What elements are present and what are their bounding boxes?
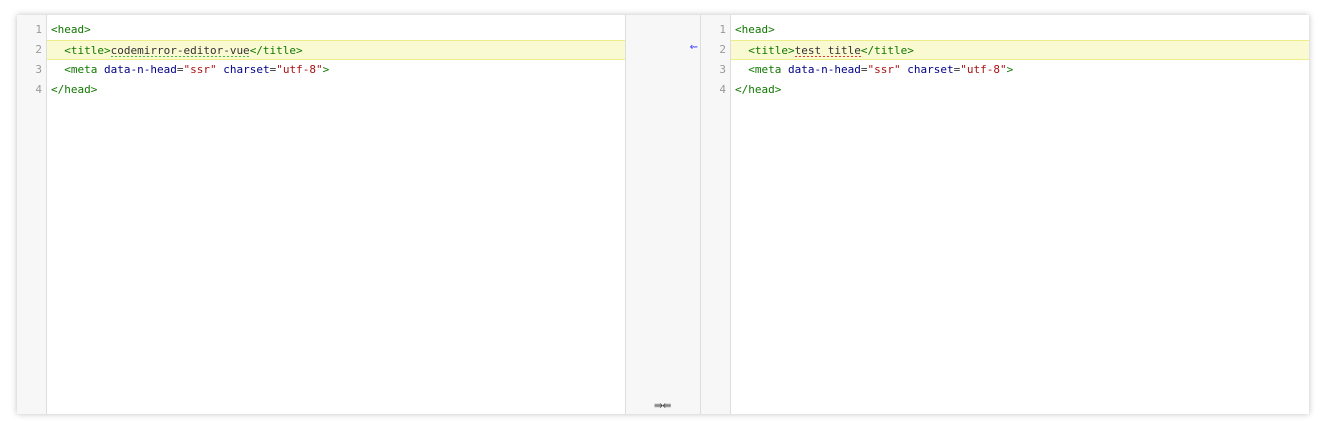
- left-line-number-gutter: 1 2 3 4: [17, 15, 47, 414]
- tag-token: <meta: [748, 63, 782, 76]
- tag-token: <title>: [748, 44, 795, 57]
- revert-chunk-arrow-icon[interactable]: ⇜: [690, 42, 698, 53]
- string-token: "ssr": [867, 63, 901, 76]
- tag-token: <title>: [64, 44, 111, 57]
- line-number: 3: [719, 63, 726, 76]
- line-number: 4: [35, 83, 42, 96]
- line-number: 1: [35, 23, 42, 36]
- tag-token: </head>: [735, 83, 782, 96]
- code-line-changed[interactable]: <title>codemirror-editor-vue</title>: [47, 40, 625, 60]
- line-number: 3: [35, 63, 42, 76]
- code-line[interactable]: </head>: [47, 80, 625, 100]
- tag-token: >: [322, 63, 330, 76]
- attribute-token: charset: [216, 63, 270, 76]
- line-number: 2: [719, 43, 726, 56]
- left-editor[interactable]: 1 2 3 4 <head> <title>codemirror-editor-…: [17, 15, 625, 414]
- attribute-token: charset: [900, 63, 954, 76]
- right-editor[interactable]: 1 2 3 4 <head> <title>test title</title>…: [701, 15, 1309, 414]
- right-line-number-gutter: 1 2 3 4: [701, 15, 731, 414]
- tag-token: </title>: [860, 44, 914, 57]
- attribute-token: data-n-head: [97, 63, 177, 76]
- tag-token: >: [1006, 63, 1014, 76]
- right-code-area[interactable]: <head> <title>test title</title> <meta d…: [731, 15, 1309, 414]
- tag-token: </head>: [51, 83, 98, 96]
- code-line[interactable]: <head>: [47, 20, 625, 40]
- line-number: 1: [719, 23, 726, 36]
- code-line[interactable]: <meta data-n-head="ssr" charset="utf-8">: [731, 60, 1309, 80]
- merge-gap: ⇜ ⇛⇚: [625, 15, 701, 414]
- left-code-area[interactable]: <head> <title>codemirror-editor-vue</tit…: [47, 15, 625, 414]
- tag-token: <head>: [51, 23, 91, 36]
- code-line-changed[interactable]: <title>test title</title>: [731, 40, 1309, 60]
- attribute-token: data-n-head: [781, 63, 861, 76]
- deleted-text: test title: [794, 44, 861, 57]
- string-token: "utf-8": [960, 63, 1007, 76]
- code-line[interactable]: <meta data-n-head="ssr" charset="utf-8">: [47, 60, 625, 80]
- code-line[interactable]: </head>: [731, 80, 1309, 100]
- collapse-identical-toggle-icon[interactable]: ⇛⇚: [654, 399, 671, 412]
- tag-token: <meta: [64, 63, 98, 76]
- merge-view: 1 2 3 4 <head> <title>codemirror-editor-…: [17, 15, 1309, 414]
- string-token: "utf-8": [276, 63, 323, 76]
- tag-token: </title>: [249, 44, 303, 57]
- line-number: 4: [719, 83, 726, 96]
- string-token: "ssr": [183, 63, 217, 76]
- line-number: 2: [35, 43, 42, 56]
- inserted-text: codemirror-editor-vue: [110, 44, 250, 57]
- code-line[interactable]: <head>: [731, 20, 1309, 40]
- tag-token: <head>: [735, 23, 775, 36]
